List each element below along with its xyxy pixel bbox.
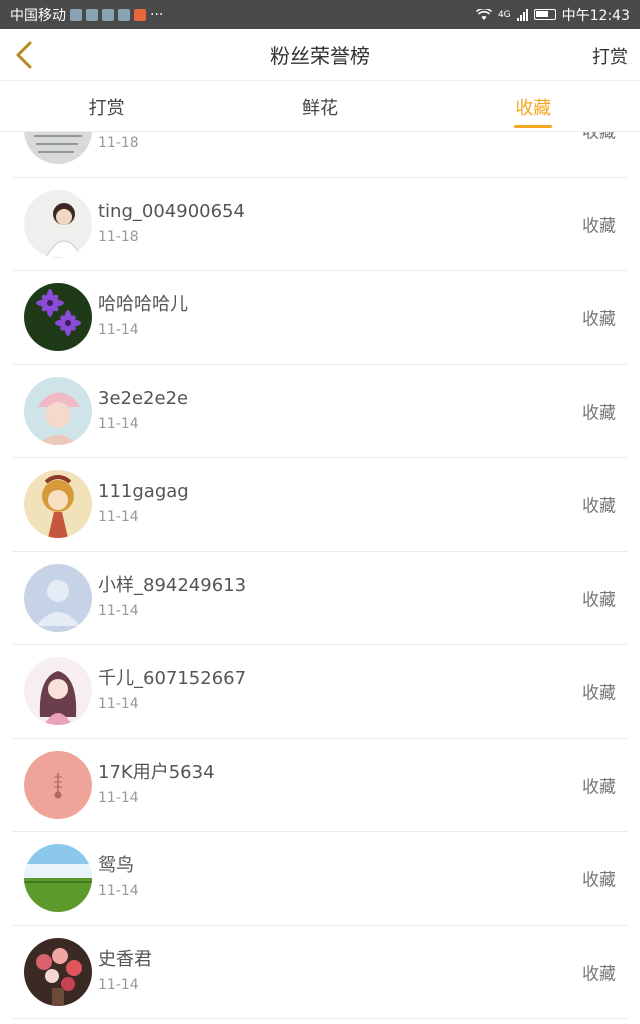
purple-flower-avatar	[24, 283, 92, 352]
collect-label: 收藏	[582, 870, 616, 891]
list-item[interactable]: seert 11-18 收藏	[12, 132, 628, 178]
signal-icon	[516, 8, 528, 21]
fan-name: 鸳鸟	[98, 855, 134, 877]
pink-default-avatar	[24, 750, 92, 819]
fan-name: 千儿_607152667	[98, 668, 247, 690]
fan-date: 11-18	[98, 228, 139, 245]
reward-button[interactable]: 打赏	[592, 43, 628, 69]
collect-label: 收藏	[582, 496, 616, 517]
cartoon-girl-avatar	[24, 470, 92, 539]
notification-app-icon	[102, 8, 114, 21]
tab-reward[interactable]: 打赏	[0, 82, 213, 131]
network-type-label: 4G	[497, 9, 511, 20]
list-item[interactable]: 史香君 11-14 收藏	[12, 926, 628, 1019]
fan-date: 11-14	[98, 883, 139, 900]
list-item[interactable]: 哈哈哈哈儿 11-14 收藏	[12, 271, 628, 365]
fan-date: 11-14	[98, 322, 139, 339]
fan-name: 小样_894249613	[98, 574, 247, 596]
list-item[interactable]: 千儿_607152667 11-14 收藏	[12, 645, 628, 739]
girl-pink-cap-avatar	[24, 376, 92, 445]
tab-bar: 打赏 鲜花 收藏	[0, 82, 640, 132]
wifi-icon	[475, 8, 492, 20]
collect-label: 收藏	[582, 309, 616, 330]
collect-label: 收藏	[582, 132, 616, 143]
fan-date: 11-14	[98, 696, 139, 713]
fan-name: 111gagag	[98, 481, 189, 503]
fan-list[interactable]: seert 11-18 收藏 ting_004900654 11-18 收藏	[12, 132, 628, 1024]
back-arrow-icon[interactable]	[12, 39, 38, 71]
list-item[interactable]: ting_004900654 11-18 收藏	[12, 178, 628, 271]
battery-icon	[533, 9, 556, 20]
tab-flowers[interactable]: 鲜花	[213, 82, 426, 131]
fan-name: ting_004900654	[98, 200, 245, 222]
fan-date: 11-18	[98, 135, 139, 152]
fan-date: 11-14	[98, 602, 139, 619]
fan-date: 11-14	[98, 976, 139, 993]
girl-portrait-avatar	[24, 189, 92, 258]
list-item[interactable]: 3e2e2e2e 11-14 收藏	[12, 365, 628, 458]
collect-label: 收藏	[582, 590, 616, 611]
tab-collect[interactable]: 收藏	[427, 82, 640, 131]
collect-label: 收藏	[582, 683, 616, 704]
video-app-icon	[134, 8, 146, 21]
grass-sky-avatar	[24, 844, 92, 913]
flower-bouquet-avatar	[24, 937, 92, 1006]
notification-app-icon	[118, 8, 130, 21]
fan-name: 史香君	[98, 948, 152, 970]
navigation-bar: 粉丝荣誉榜 打赏	[0, 29, 640, 81]
anime-girl-avatar	[24, 657, 92, 726]
list-item[interactable]: 111gagag 11-14 收藏	[12, 458, 628, 552]
more-notifications-icon: ···	[150, 6, 164, 23]
collect-label: 收藏	[582, 964, 616, 985]
list-item[interactable]: 鸳鸟 11-14 收藏	[12, 832, 628, 926]
clock-label: 中午12:43	[561, 7, 630, 24]
fan-date: 11-14	[98, 789, 139, 806]
carrier-label: 中国移动	[10, 7, 66, 24]
notification-app-icon	[86, 8, 98, 21]
list-item[interactable]: 小样_894249613 11-14 收藏	[12, 552, 628, 645]
page-title: 粉丝荣誉榜	[270, 44, 370, 68]
collect-label: 收藏	[582, 777, 616, 798]
status-bar: 中国移动 ··· 4G 中午12:43	[0, 0, 640, 29]
collect-label: 收藏	[582, 216, 616, 237]
fan-name: 17K用户5634	[98, 761, 215, 783]
fan-date: 11-14	[98, 415, 139, 432]
list-item[interactable]: 17K用户5634 11-14 收藏	[12, 739, 628, 832]
notification-app-icon	[70, 8, 82, 21]
handwriting-photo-avatar	[24, 132, 92, 165]
default-user-avatar	[24, 563, 92, 632]
fan-date: 11-14	[98, 509, 139, 526]
collect-label: 收藏	[582, 403, 616, 424]
fan-name: 3e2e2e2e	[98, 387, 189, 409]
fan-name: 哈哈哈哈儿	[98, 294, 188, 316]
